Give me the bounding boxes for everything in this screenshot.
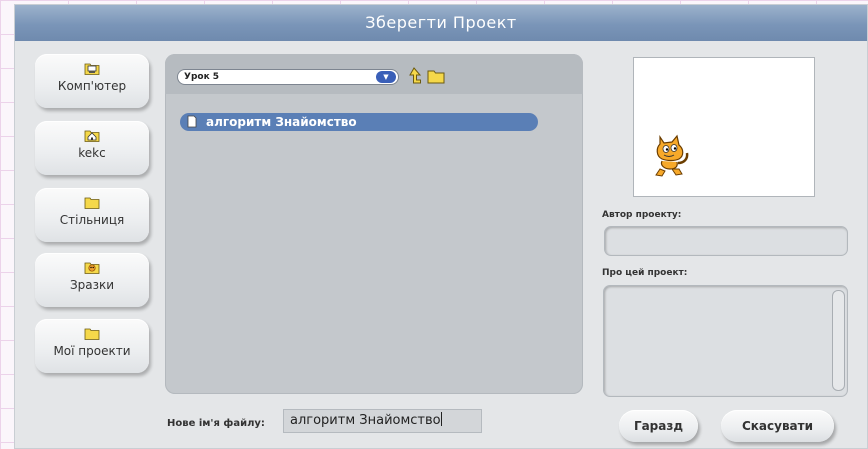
location-label: Мої проекти: [53, 344, 131, 358]
filename-value: алгоритм Знайомство: [290, 413, 441, 428]
location-button-my-projects[interactable]: Мої проекти: [35, 319, 149, 373]
about-textarea[interactable]: [603, 285, 848, 397]
file-icon: [187, 115, 197, 128]
examples-folder-icon: [84, 262, 100, 274]
location-label: kekc: [78, 146, 106, 160]
about-scrollbar[interactable]: [832, 290, 845, 391]
browser-toolbar: Урок 5 ▼: [165, 54, 583, 94]
about-label: Про цей проект:: [602, 268, 688, 278]
location-button-computer[interactable]: Комп'ютер: [35, 54, 149, 108]
file-list-item[interactable]: алгоритм Знайомство: [180, 113, 538, 131]
folder-dropdown[interactable]: Урок 5 ▼: [177, 69, 399, 85]
dialog-title: Зберегти Проект: [15, 5, 867, 41]
new-folder-icon[interactable]: [427, 68, 445, 84]
location-label: Комп'ютер: [57, 79, 127, 93]
folder-dropdown-value: Урок 5: [184, 72, 220, 82]
ok-button[interactable]: Гаразд: [619, 410, 698, 442]
chevron-down-icon: ▼: [376, 71, 396, 83]
home-folder-icon: [84, 130, 100, 142]
save-project-dialog: Зберегти Проект Комп'ютер kekc Стільниця…: [14, 4, 868, 449]
filename-label: Нове ім'я файлу:: [167, 418, 265, 429]
project-preview: [633, 57, 815, 197]
filename-input[interactable]: алгоритм Знайомство: [283, 409, 482, 433]
author-input[interactable]: [604, 226, 848, 256]
file-browser: Урок 5 ▼ алгоритм Знайомство: [165, 54, 583, 394]
cancel-button[interactable]: Скасувати: [721, 410, 834, 442]
scratch-cat-sprite-icon: [655, 134, 689, 177]
location-label: Зразки: [69, 278, 115, 292]
location-button-home[interactable]: kekc: [35, 121, 149, 175]
text-cursor: [440, 412, 442, 426]
location-button-desktop[interactable]: Стільниця: [35, 188, 149, 242]
file-name: алгоритм Знайомство: [206, 115, 357, 129]
location-label: Стільниця: [59, 213, 125, 227]
computer-folder-icon: [84, 63, 100, 75]
my-projects-folder-icon: [84, 328, 100, 340]
desktop-folder-icon: [84, 197, 100, 209]
location-button-examples[interactable]: Зразки: [35, 253, 149, 307]
up-folder-icon[interactable]: [406, 67, 422, 85]
author-label: Автор проекту:: [602, 210, 682, 220]
